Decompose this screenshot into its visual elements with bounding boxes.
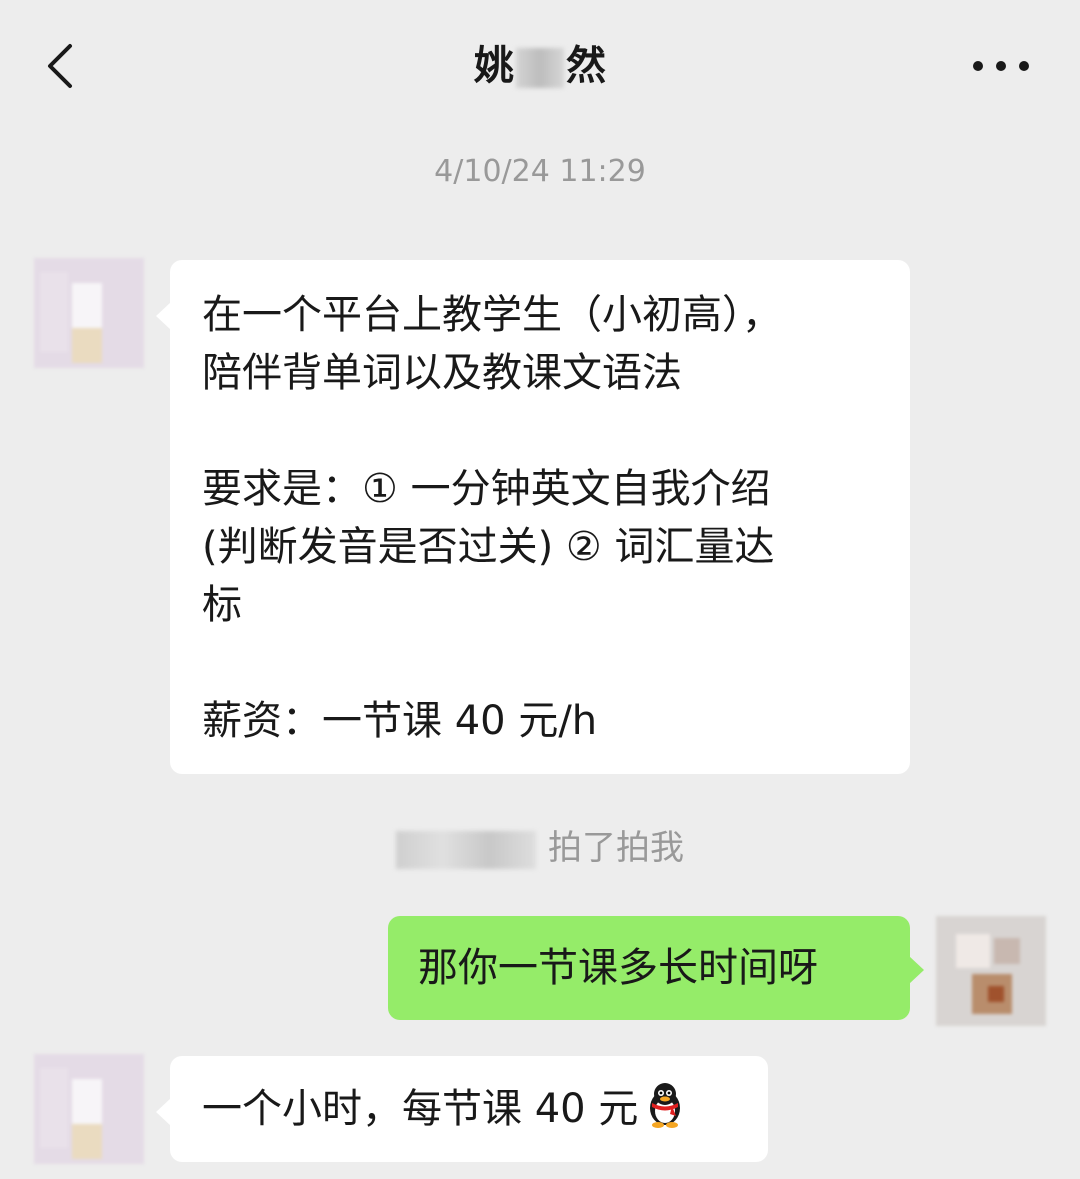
redacted-name-blur [396,830,536,869]
back-button[interactable] [36,36,96,96]
bubble-tail [156,302,171,330]
contact-avatar[interactable] [34,1054,144,1164]
my-avatar[interactable] [936,916,1046,1026]
contact-avatar[interactable] [34,258,144,368]
bubble-tail [909,956,924,984]
bubble-tail [156,1098,171,1126]
more-options-button[interactable] [966,46,1036,86]
chat-title: 姚然 [340,36,740,96]
incoming-message-bubble[interactable]: 一个小时，每节课 40 元 [156,1056,768,1162]
system-pat-notice: 拍了拍我 [0,824,1080,872]
redacted-name-blur [516,48,564,88]
message-timestamp: 4/10/24 11:29 [434,154,646,189]
message-text: 一个小时，每节课 40 元 [202,1086,639,1132]
qq-penguin-icon [642,1080,688,1144]
pat-text: 拍了拍我 [548,828,684,868]
incoming-message-bubble[interactable]: 在一个平台上教学生（小初高）， 陪伴背单词以及教课文语法 要求是：① 一分钟英文… [156,260,910,774]
title-last-char: 然 [566,43,606,89]
message-text: 那你一节课多长时间呀 [418,945,818,991]
navigation-bar: 姚然 [0,0,1080,130]
outgoing-message-bubble[interactable]: 那你一节课多长时间呀 [388,916,924,1020]
more-dots-icon [973,61,1029,71]
chevron-left-icon [48,44,72,88]
title-first-char: 姚 [474,43,514,89]
message-text: 在一个平台上教学生（小初高）， 陪伴背单词以及教课文语法 要求是：① 一分钟英文… [202,292,782,744]
